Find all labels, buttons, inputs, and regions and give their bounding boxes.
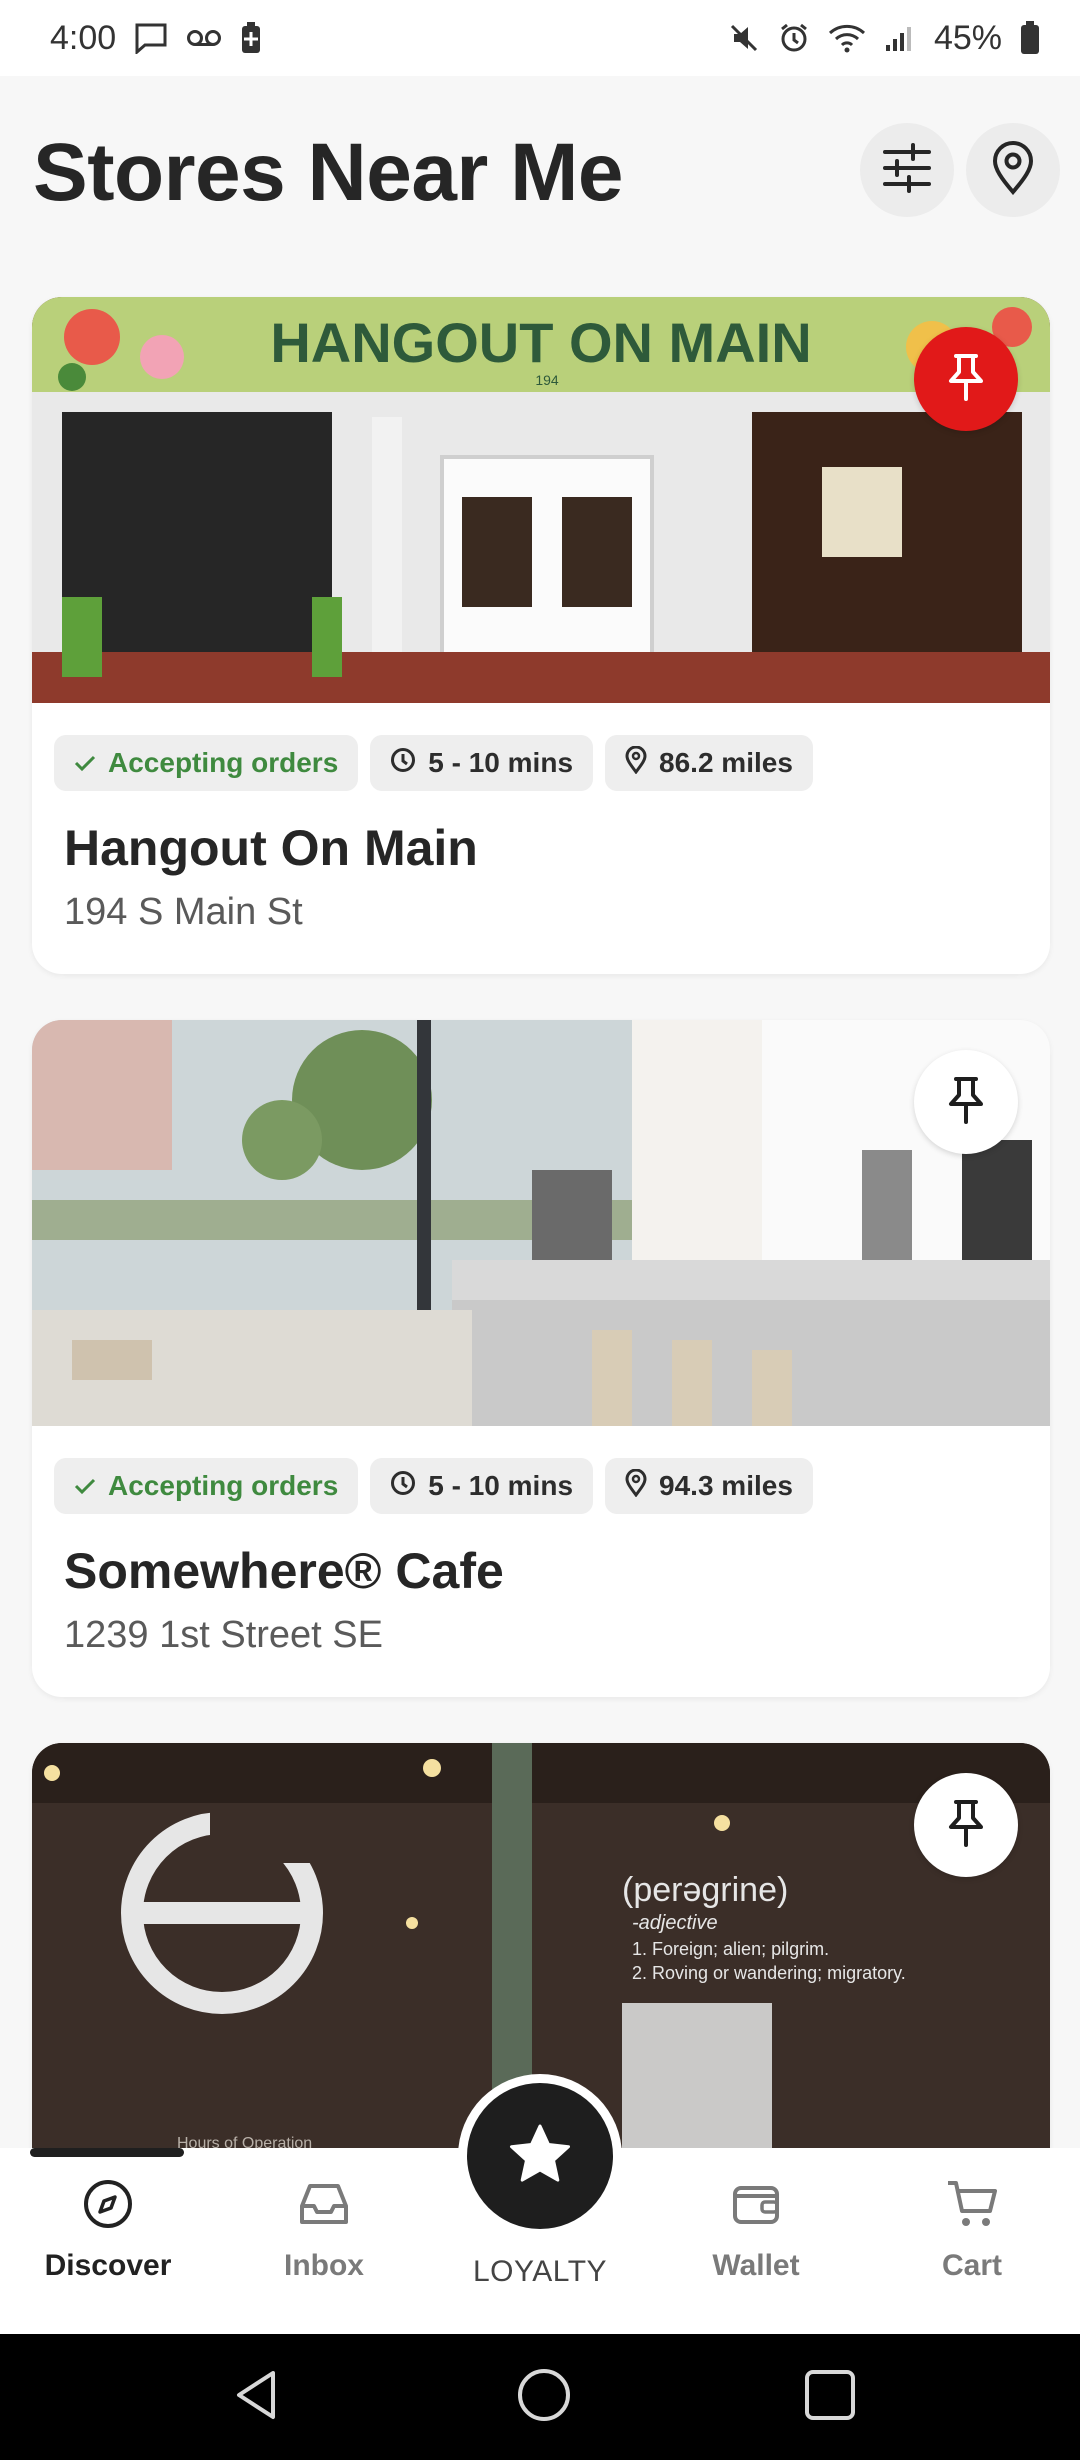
store-name: Somewhere® Cafe: [64, 1543, 504, 1599]
loyalty-button[interactable]: [467, 2083, 613, 2229]
loyalty-button-ring: [458, 2074, 622, 2238]
check-icon: [74, 747, 96, 779]
nav-label-loyalty[interactable]: LOYALTY: [440, 2255, 640, 2289]
home-button[interactable]: [484, 2334, 604, 2460]
battery-saver-icon: [240, 21, 262, 55]
mute-icon: [728, 22, 760, 54]
wait-time-chip: 5 - 10 mins: [370, 1458, 594, 1514]
nav-discover[interactable]: Discover: [8, 2178, 208, 2283]
store-photo: HANGOUT ON MAIN 194: [32, 297, 1050, 703]
page-title: Stores Near Me: [33, 127, 624, 218]
store-card[interactable]: Accepting orders 5 - 10 mins 94.3 miles …: [32, 1020, 1050, 1697]
message-icon: [134, 22, 168, 54]
wait-time-label: 5 - 10 mins: [428, 1470, 574, 1501]
store-address: 1239 1st Street SE: [64, 1614, 383, 1656]
status-chip: Accepting orders: [54, 1458, 359, 1514]
clock-icon: [390, 1470, 416, 1503]
nav-cart[interactable]: Cart: [872, 2178, 1072, 2283]
pushpin-icon: [944, 352, 988, 407]
back-button[interactable]: [196, 2334, 316, 2460]
sign-text: HANGOUT ON MAIN: [270, 311, 811, 374]
home-circle-icon: [516, 2367, 572, 2428]
distance-chip: 86.2 miles: [605, 735, 813, 791]
status-label: Accepting orders: [108, 1470, 339, 1501]
status-label: Accepting orders: [108, 747, 339, 778]
distance-chip: 94.3 miles: [605, 1458, 813, 1514]
nav-label: Discover: [44, 2249, 172, 2282]
distance-label: 86.2 miles: [659, 747, 793, 778]
filter-button[interactable]: [860, 123, 954, 217]
system-nav-bar: [0, 2334, 1080, 2460]
sign-text: (perəgrine): [622, 1871, 788, 1909]
location-icon: [625, 745, 647, 781]
location-button[interactable]: [966, 123, 1060, 217]
sign-subtitle: -adjective: [632, 1912, 718, 1934]
battery-icon: [1020, 21, 1040, 55]
distance-label: 94.3 miles: [659, 1470, 793, 1501]
nav-label: Wallet: [712, 2249, 800, 2282]
pushpin-icon: [944, 1798, 988, 1853]
star-icon: [507, 2122, 573, 2191]
wait-time-chip: 5 - 10 mins: [370, 735, 594, 791]
location-icon: [625, 1468, 647, 1504]
store-address: 194 S Main St: [64, 891, 303, 933]
pushpin-icon: [944, 1075, 988, 1130]
pin-button[interactable]: [914, 1773, 1018, 1877]
inbox-icon: [298, 2178, 350, 2235]
compass-icon: [82, 2178, 134, 2235]
map-pin-icon: [991, 140, 1035, 200]
active-tab-indicator: [30, 2148, 184, 2157]
clock-icon: [390, 747, 416, 780]
voicemail-icon: [186, 28, 222, 48]
sign-definition-2: 2. Roving or wandering; migratory.: [632, 1963, 906, 1983]
nav-inbox[interactable]: Inbox: [224, 2178, 424, 2283]
wifi-icon: [828, 23, 866, 53]
status-chip: Accepting orders: [54, 735, 359, 791]
pin-button[interactable]: [914, 1050, 1018, 1154]
cart-icon: [945, 2178, 999, 2235]
page-header: Stores Near Me: [0, 76, 1080, 296]
pin-button[interactable]: [914, 327, 1018, 431]
sign-number: 194: [535, 372, 559, 388]
status-time: 4:00: [50, 18, 117, 57]
wait-time-label: 5 - 10 mins: [428, 747, 574, 778]
nav-wallet[interactable]: Wallet: [656, 2178, 856, 2283]
store-photo: [32, 1020, 1050, 1426]
sign-definition-1: 1. Foreign; alien; pilgrim.: [632, 1939, 829, 1959]
recents-square-icon: [803, 2368, 857, 2427]
sliders-icon: [881, 142, 933, 199]
nav-label: Cart: [941, 2249, 1002, 2282]
store-card[interactable]: HANGOUT ON MAIN 194 Accepting orders 5 -…: [32, 297, 1050, 974]
battery-percent: 45%: [933, 18, 1002, 57]
recents-button[interactable]: [770, 2334, 890, 2460]
wallet-icon: [730, 2178, 782, 2235]
nav-label: Inbox: [284, 2249, 364, 2282]
back-triangle-icon: [231, 2367, 281, 2428]
signal-icon: [884, 23, 916, 53]
alarm-icon: [778, 22, 810, 54]
check-icon: [74, 1470, 96, 1502]
store-name: Hangout On Main: [64, 820, 478, 876]
status-bar: 4:00 45%: [0, 0, 1080, 76]
